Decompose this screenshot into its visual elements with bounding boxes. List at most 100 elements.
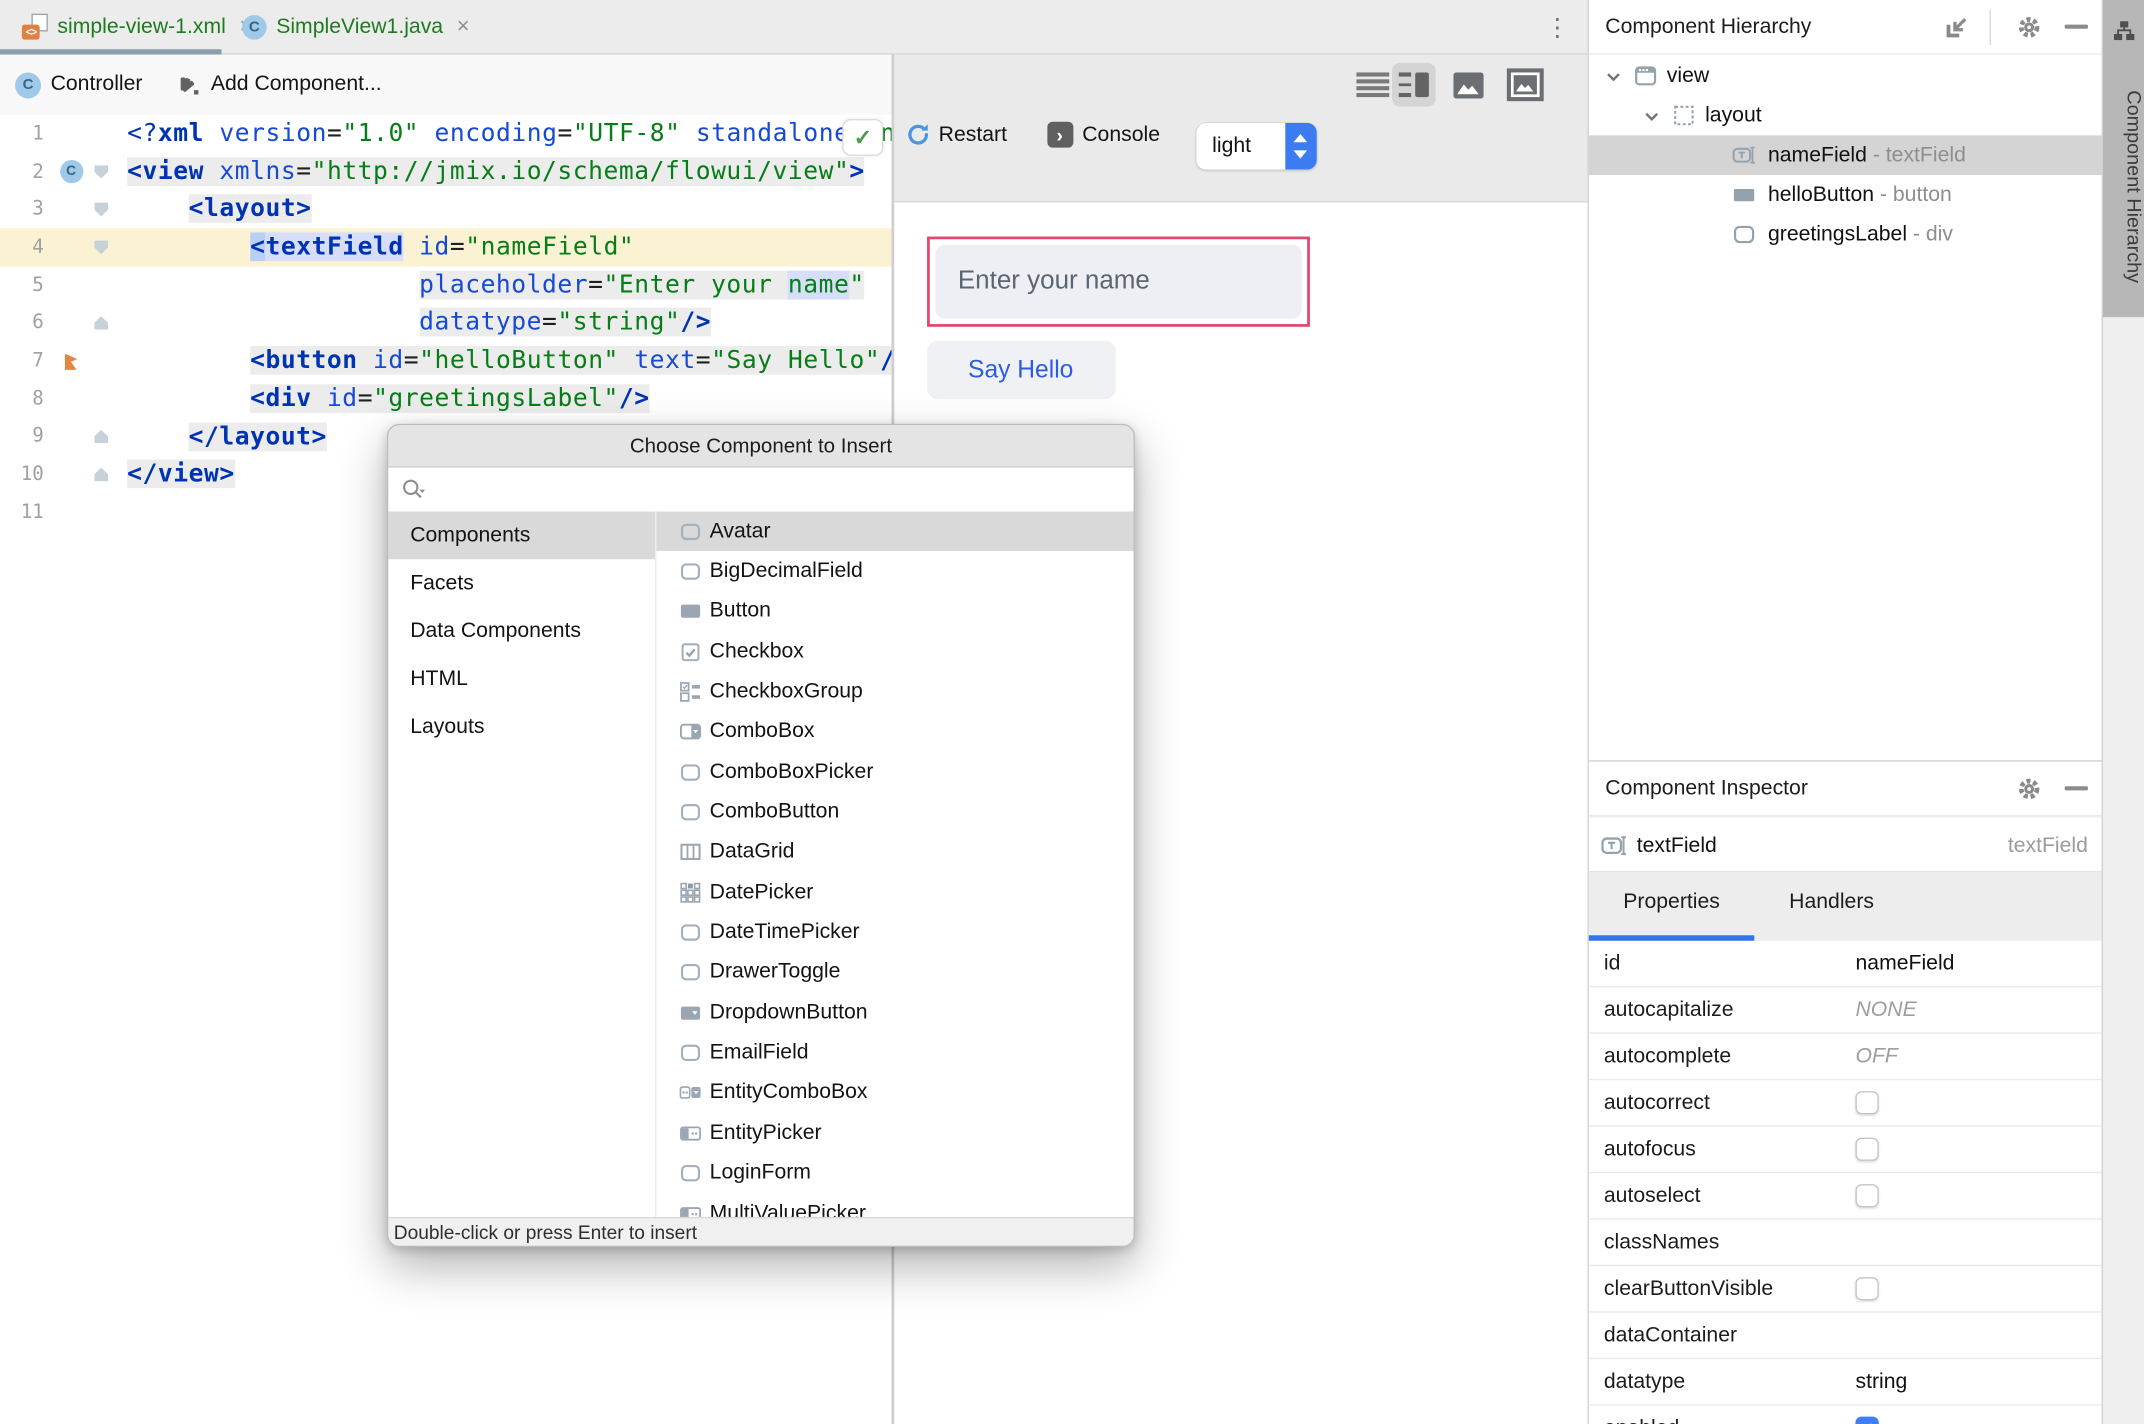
popup-search-field[interactable]	[388, 467, 1134, 512]
popup-item-button[interactable]: Button	[656, 592, 1133, 632]
popup-item-datetimepicker[interactable]: DateTimePicker	[656, 913, 1133, 953]
checkbox-autoselect[interactable]	[1855, 1184, 1879, 1208]
checkbox-clearbuttonvisible[interactable]	[1855, 1277, 1879, 1301]
property-row-enabled: enabled ✓	[1589, 1406, 2102, 1424]
fold-marker-icon[interactable]	[88, 202, 115, 217]
inspections-ok-widget[interactable]: ✓	[842, 118, 884, 156]
tree-node-view[interactable]: view	[1589, 56, 2102, 96]
popup-item-combobutton[interactable]: ComboButton	[656, 792, 1133, 832]
popup-item-avatar[interactable]: Avatar	[656, 511, 1134, 552]
chevron-down-icon[interactable]	[1641, 105, 1663, 127]
item-label: DrawerToggle	[709, 960, 841, 984]
fold-marker-icon[interactable]	[88, 429, 115, 444]
restart-button[interactable]: Restart	[905, 122, 1007, 148]
fold-marker-icon[interactable]	[88, 467, 115, 482]
bookmark-gutter-icon[interactable]	[55, 350, 88, 372]
popup-item-checkboxgroup[interactable]: CheckboxGroup	[656, 672, 1133, 712]
close-icon[interactable]: ×	[457, 14, 470, 39]
scroll-to-source-icon[interactable]	[1943, 14, 1970, 41]
theme-select[interactable]: light	[1195, 123, 1317, 170]
gear-icon[interactable]	[2015, 14, 2042, 41]
code-line-1[interactable]: 1 <?xml version="1.0" encoding="UTF-8" st…	[0, 115, 891, 153]
tab-simple-view-xml[interactable]: <> simple-view-1.xml ×	[8, 0, 266, 53]
component-hierarchy-tree: view layout nameField - textField helloButt…	[1588, 56, 2102, 255]
code-line-8[interactable]: 8 <div id="greetingsLabel"/>	[0, 380, 892, 418]
popup-category-data-components[interactable]: Data Components	[388, 607, 655, 655]
item-label: Avatar	[709, 519, 771, 543]
tab-simpleview-java[interactable]: C SimpleView1.java ×	[228, 0, 483, 53]
choose-component-popup: Choose Component to Insert Components Fac…	[386, 423, 1135, 1248]
code-text: <layout>	[188, 194, 312, 224]
combo-component-icon	[679, 724, 702, 740]
popup-category-components[interactable]: Components	[388, 511, 655, 560]
node-label: helloButton	[1767, 182, 1875, 206]
code-line-4[interactable]: 4 <textField id="nameField"	[0, 228, 892, 267]
popup-item-checkbox[interactable]: Checkbox	[656, 632, 1133, 672]
tree-node-greetingslabel[interactable]: greetingsLabel - div	[1589, 215, 2102, 255]
controller-class-gutter-icon[interactable]: C	[55, 160, 88, 184]
checkbox-autocorrect[interactable]	[1855, 1091, 1879, 1115]
popup-item-drawertoggle[interactable]: DrawerToggle	[656, 953, 1133, 993]
popup-category-layouts[interactable]: Layouts	[388, 703, 655, 751]
fold-marker-icon[interactable]	[88, 316, 115, 330]
property-value[interactable]: OFF	[1855, 1044, 1897, 1069]
tab-handlers[interactable]: Handlers	[1754, 872, 1909, 940]
controller-button[interactable]: C Controller	[15, 71, 142, 98]
code-line-3[interactable]: 3 <layout>	[0, 191, 892, 229]
view-mode-split-button[interactable]	[1391, 62, 1436, 107]
fold-marker-icon[interactable]	[88, 240, 115, 255]
popup-item-combobox[interactable]: ComboBox	[656, 712, 1133, 752]
class-icon: C	[242, 14, 267, 39]
checkbox-enabled[interactable]: ✓	[1855, 1416, 1879, 1424]
kebab-menu-icon[interactable]: ⋮	[1542, 10, 1572, 46]
view-mode-preview-icon[interactable]	[1452, 72, 1483, 99]
property-value[interactable]: NONE	[1855, 997, 1916, 1022]
chevron-down-icon[interactable]	[1603, 65, 1625, 87]
select-stepper-icon	[1284, 123, 1317, 170]
node-type: - button	[1874, 182, 1952, 206]
line-number: 1	[32, 122, 44, 145]
fold-marker-icon[interactable]	[88, 164, 115, 179]
view-mode-editor-only-icon[interactable]	[1355, 72, 1389, 98]
property-name: autocomplete	[1603, 1043, 1732, 1068]
tree-node-hellobutton[interactable]: helloButton - button	[1589, 175, 2102, 215]
item-label: MultiValuePicker	[709, 1201, 866, 1217]
popup-item-multivaluepicker[interactable]: MultiValuePicker	[656, 1193, 1133, 1217]
code-line-6[interactable]: 6 datatype="string"/>	[0, 304, 892, 342]
console-button[interactable]: › Console	[1046, 121, 1161, 148]
popup-category-html[interactable]: HTML	[388, 655, 655, 703]
popup-item-bigdecimalfield[interactable]: BigDecimalField	[656, 552, 1133, 592]
popup-item-entitypicker[interactable]: EntityPicker	[656, 1113, 1133, 1153]
hide-panel-icon[interactable]	[2064, 786, 2088, 791]
add-component-button[interactable]: Add Component...	[178, 72, 382, 97]
tab-properties[interactable]: Properties	[1588, 872, 1755, 941]
popup-category-facets[interactable]: Facets	[388, 559, 655, 607]
item-label: DropdownButton	[709, 1000, 868, 1024]
tree-node-layout[interactable]: layout	[1589, 96, 2102, 136]
popup-item-comboboxpicker[interactable]: ComboBoxPicker	[656, 752, 1133, 792]
view-mode-preview-framed-icon[interactable]	[1506, 68, 1544, 102]
component-type: textField	[2007, 834, 2088, 858]
tree-node-namefield[interactable]: nameField - textField	[1588, 135, 2102, 176]
popup-body: Components Facets Data Components HTML Layou…	[388, 511, 1134, 1217]
popup-item-datagrid[interactable]: DataGrid	[656, 832, 1133, 872]
popup-item-dropdownbutton[interactable]: DropdownButton	[656, 993, 1133, 1033]
popup-item-datepicker[interactable]: DatePicker	[656, 872, 1133, 912]
name-input-preview[interactable]: Enter your name	[934, 244, 1302, 319]
property-value[interactable]: nameField	[1855, 951, 1954, 976]
gear-icon[interactable]	[2015, 775, 2042, 802]
outline-component-icon	[680, 763, 701, 781]
say-hello-button-preview[interactable]: Say Hello	[926, 340, 1116, 400]
line-number: 3	[32, 198, 44, 221]
hide-panel-icon[interactable]	[2064, 24, 2088, 29]
checkbox-autofocus[interactable]	[1855, 1137, 1879, 1161]
property-value[interactable]: string	[1855, 1369, 1907, 1394]
component-hierarchy-stripe-tab[interactable]: Component Hierarchy	[2102, 0, 2144, 318]
code-line-5[interactable]: 5 placeholder="Enter your name"	[0, 266, 892, 304]
popup-item-entitycombobox[interactable]: EntityComboBox	[656, 1073, 1133, 1113]
code-line-7[interactable]: 7 <button id="helloButton" text="Say Hel…	[0, 342, 892, 380]
popup-item-emailfield[interactable]: EmailField	[656, 1033, 1133, 1073]
code-line-2[interactable]: 2 C <view xmlns="http://jmix.io/schema/flo…	[0, 153, 892, 191]
popup-item-loginform[interactable]: LoginForm	[656, 1153, 1133, 1193]
console-label: Console	[1082, 122, 1161, 146]
